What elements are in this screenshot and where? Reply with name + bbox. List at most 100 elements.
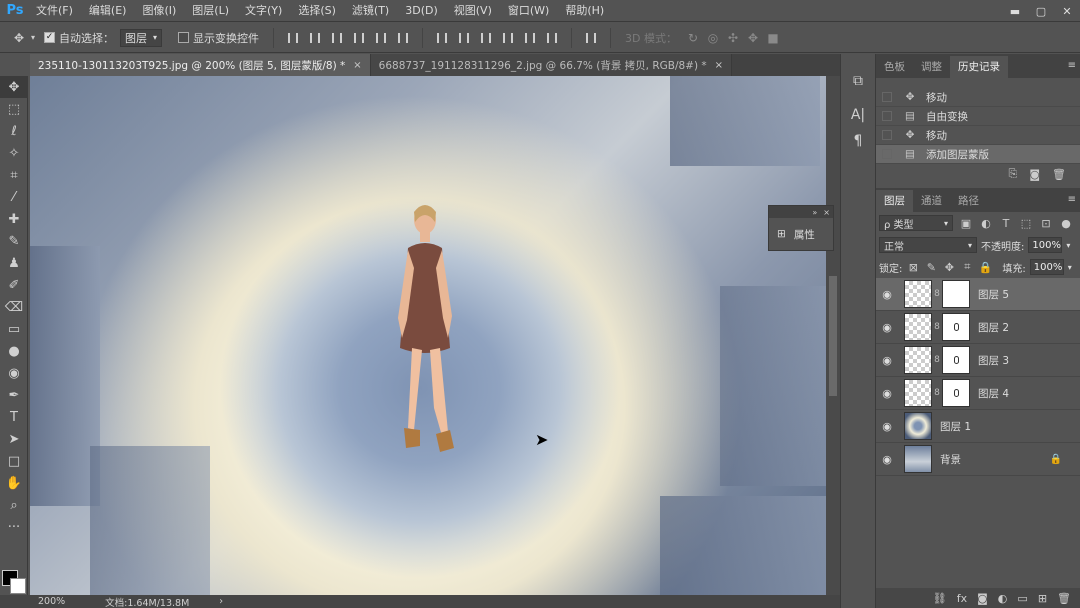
crop-tool-icon[interactable]: ⌗ [0, 164, 28, 186]
maximize-button[interactable]: ▢ [1028, 0, 1054, 22]
scrollbar-thumb[interactable] [829, 276, 837, 396]
distribute-hcenter-icon[interactable] [521, 29, 539, 47]
layer-row[interactable]: ◉ 8 图层 2 [876, 311, 1080, 344]
align-vcenter-icon[interactable] [306, 29, 324, 47]
brush-tool-icon[interactable]: ✎ [0, 230, 28, 252]
tab-adjustments[interactable]: 调整 [913, 56, 950, 78]
marquee-tool-icon[interactable]: ⬚ [0, 98, 28, 120]
menu-help[interactable]: 帮助(H) [557, 0, 612, 22]
layer-row[interactable]: ◉ 图层 1 [876, 410, 1080, 443]
new-document-from-state-icon[interactable]: ⎘ [1009, 167, 1018, 181]
layer-mask-thumbnail[interactable] [942, 346, 970, 374]
menu-3d[interactable]: 3D(D) [397, 0, 446, 22]
filter-adjustment-icon[interactable]: ◐ [979, 217, 993, 230]
history-snapshot-box[interactable] [882, 130, 892, 140]
history-brush-tool-icon[interactable]: ✐ [0, 274, 28, 296]
more-tools-icon[interactable]: ··· [0, 516, 28, 538]
menu-layer[interactable]: 图层(L) [184, 0, 237, 22]
history-item-selected[interactable]: ▤ 添加图层蒙版 [876, 145, 1080, 164]
history-snapshot-box[interactable] [882, 111, 892, 121]
paragraph-panel-icon[interactable]: ¶ [841, 128, 875, 154]
tab-history[interactable]: 历史记录 [950, 56, 1008, 78]
tab-layers[interactable]: 图层 [876, 190, 913, 212]
camera-snapshot-icon[interactable]: ◙ [1029, 168, 1040, 181]
adjustment-layer-icon[interactable]: ◐ [998, 592, 1008, 605]
collapse-icon[interactable]: » [812, 208, 817, 217]
layer-row[interactable]: ◉ 背景 🔒 [876, 443, 1080, 476]
link-icon[interactable]: 8 [932, 289, 942, 299]
distribute-bottom-icon[interactable] [477, 29, 495, 47]
menu-file[interactable]: 文件(F) [28, 0, 81, 22]
eyedropper-tool-icon[interactable]: ⁄ [0, 186, 28, 208]
filter-toggle-icon[interactable]: ● [1059, 217, 1073, 230]
distribute-vcenter-icon[interactable] [455, 29, 473, 47]
3d-slide-icon[interactable]: ✥ [743, 31, 763, 45]
magic-wand-tool-icon[interactable]: ✧ [0, 142, 28, 164]
eye-icon[interactable]: ◉ [876, 387, 898, 400]
link-icon[interactable]: 8 [932, 355, 942, 365]
lasso-tool-icon[interactable]: ℓ [0, 120, 28, 142]
eye-icon[interactable]: ◉ [876, 321, 898, 334]
stamp-tool-icon[interactable]: ♟ [0, 252, 28, 274]
3d-pan-icon[interactable]: ✣ [723, 31, 743, 45]
close-icon[interactable]: × [823, 208, 830, 217]
lock-all-icon[interactable]: 🔒 [978, 261, 993, 274]
filter-type-icon[interactable]: T [999, 217, 1013, 230]
layer-name[interactable]: 背景 [940, 452, 961, 467]
minimize-button[interactable]: ▬ [1002, 0, 1028, 22]
panel-menu-icon[interactable]: ≡ [1068, 60, 1076, 71]
align-right-icon[interactable] [394, 29, 412, 47]
distribute-right-icon[interactable] [543, 29, 561, 47]
tab-swatches[interactable]: 色板 [876, 56, 913, 78]
lock-position-icon[interactable]: ✥ [942, 261, 956, 274]
layer-thumbnail[interactable] [904, 445, 932, 473]
chevron-down-icon[interactable]: ▾ [1066, 241, 1070, 250]
link-icon[interactable]: 8 [932, 322, 942, 332]
menu-select[interactable]: 选择(S) [290, 0, 344, 22]
menu-view[interactable]: 视图(V) [446, 0, 500, 22]
tool-preset-chevron-icon[interactable]: ▾ [28, 29, 38, 47]
link-icon[interactable]: 8 [932, 388, 942, 398]
blend-mode-dropdown[interactable]: 正常 ▾ [879, 237, 977, 253]
pen-tool-icon[interactable]: ✒ [0, 384, 28, 406]
align-bottom-icon[interactable] [328, 29, 346, 47]
tab-channels[interactable]: 通道 [913, 190, 950, 212]
distribute-left-icon[interactable] [499, 29, 517, 47]
blur-tool-icon[interactable]: ● [0, 340, 28, 362]
opacity-input[interactable]: 100% [1028, 237, 1063, 253]
panel-menu-icon[interactable]: ≡ [1068, 194, 1076, 205]
type-tool-icon[interactable]: T [0, 406, 28, 428]
3d-rotate-icon[interactable]: ↻ [683, 31, 703, 45]
lock-pixels-icon[interactable]: ✎ [924, 261, 938, 274]
show-transform-checkbox[interactable] [178, 32, 190, 43]
history-item[interactable]: ✥ 移动 [876, 126, 1080, 145]
history-panel-icon[interactable]: ⧉ [841, 68, 875, 94]
eye-icon[interactable]: ◉ [876, 420, 898, 433]
distribute-top-icon[interactable] [433, 29, 451, 47]
layer-style-icon[interactable]: fx [957, 592, 967, 605]
layer-name[interactable]: 图层 5 [978, 287, 1009, 302]
close-icon[interactable]: × [353, 60, 361, 71]
fill-input[interactable]: 100% [1029, 259, 1064, 275]
filter-pixel-icon[interactable]: ▣ [959, 217, 973, 230]
menu-window[interactable]: 窗口(W) [500, 0, 557, 22]
close-icon[interactable]: × [715, 60, 723, 71]
document-canvas[interactable]: ➤ [30, 76, 826, 595]
path-select-tool-icon[interactable]: ➤ [0, 428, 28, 450]
trash-icon[interactable]: 🗑 [1057, 592, 1071, 605]
layer-name[interactable]: 图层 2 [978, 320, 1009, 335]
hand-tool-icon[interactable]: ✋ [0, 472, 28, 494]
layer-thumbnail[interactable] [904, 280, 932, 308]
auto-select-checkbox[interactable]: ✓ [44, 32, 55, 43]
zoom-level[interactable]: 200% [38, 596, 65, 607]
layer-mask-thumbnail[interactable] [942, 313, 970, 341]
history-item[interactable]: ✥ 移动 [876, 88, 1080, 107]
layer-name[interactable]: 图层 3 [978, 353, 1009, 368]
gradient-tool-icon[interactable]: ▭ [0, 318, 28, 340]
link-layers-icon[interactable]: ⛓ [933, 592, 947, 605]
background-color-swatch[interactable] [10, 578, 26, 594]
history-snapshot-box[interactable] [882, 149, 892, 159]
menu-type[interactable]: 文字(Y) [237, 0, 290, 22]
layer-name[interactable]: 图层 4 [978, 386, 1009, 401]
new-layer-icon[interactable]: ⊞ [1038, 592, 1047, 605]
